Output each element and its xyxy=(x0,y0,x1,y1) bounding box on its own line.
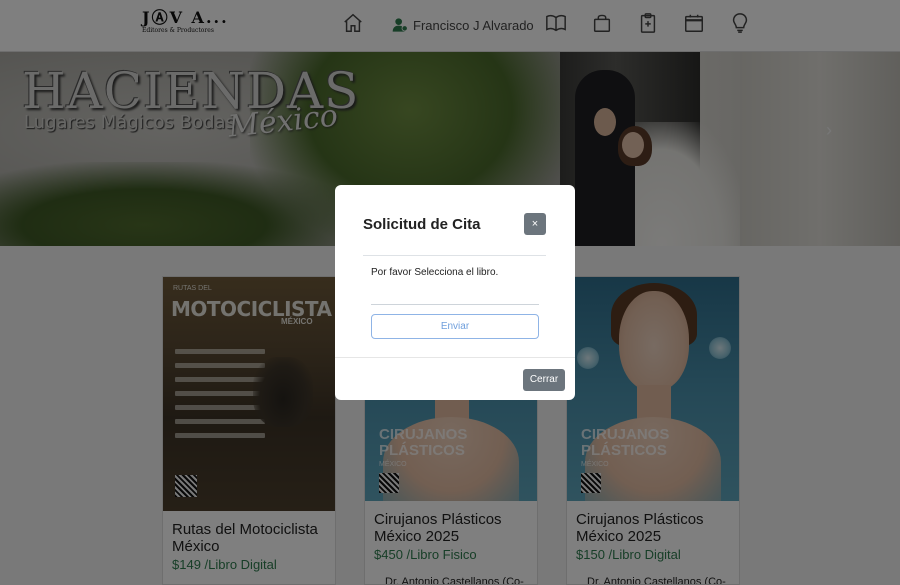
modal-title: Solicitud de Cita xyxy=(363,216,481,233)
close-icon[interactable]: × xyxy=(524,213,546,235)
appointment-modal: Solicitud de Cita × Por favor Selecciona… xyxy=(335,185,575,400)
divider xyxy=(335,357,575,358)
modal-header: Solicitud de Cita × xyxy=(335,185,575,255)
book-select[interactable] xyxy=(371,283,539,305)
book-select-label: Por favor Selecciona el libro. xyxy=(371,267,499,278)
send-button[interactable]: Enviar xyxy=(371,314,539,339)
divider xyxy=(363,255,546,256)
close-button[interactable]: Cerrar xyxy=(523,369,565,391)
